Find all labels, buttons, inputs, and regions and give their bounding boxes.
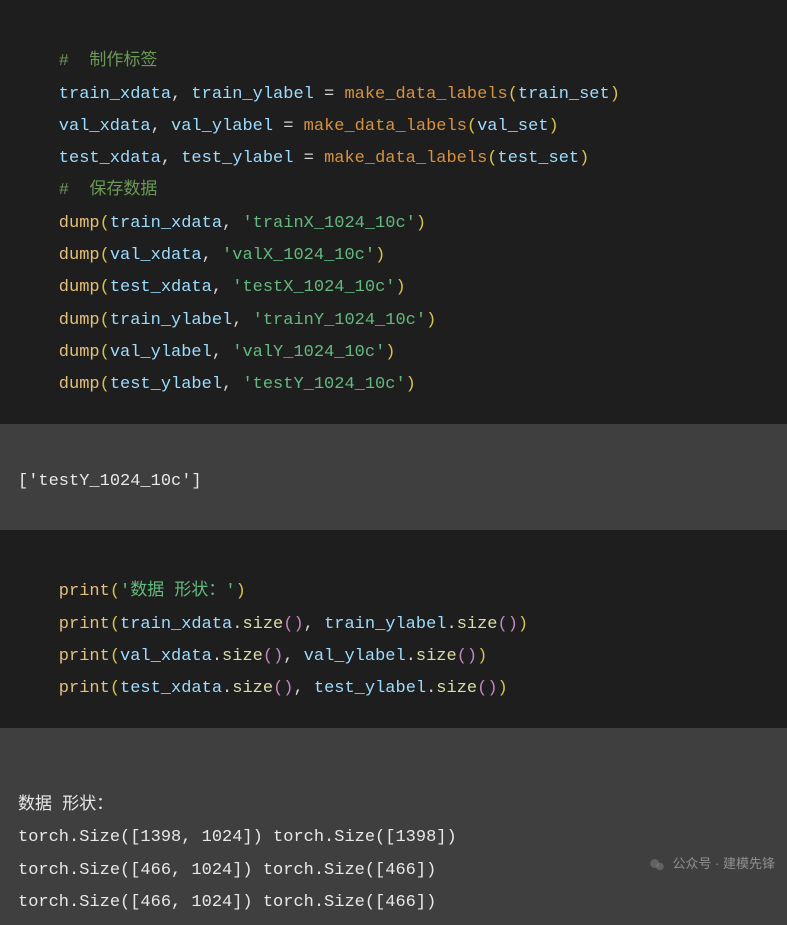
var: test_ylabel	[181, 149, 293, 168]
output-line: 数据 形状：	[18, 796, 113, 815]
func-call: dump	[59, 375, 100, 394]
arg: test_xdata	[120, 679, 222, 698]
arg: test_xdata	[110, 278, 212, 297]
func-call: make_data_labels	[304, 117, 467, 136]
func-call: print	[59, 679, 110, 698]
output-line: torch.Size([466, 1024]) torch.Size([466]…	[18, 893, 436, 912]
string: 'trainY_1024_10c'	[253, 311, 426, 330]
string: 'trainX_1024_10c'	[242, 214, 415, 233]
code-block-1: # 制作标签 train_xdata, train_ylabel = make_…	[0, 0, 787, 424]
output-2: 数据 形状： torch.Size([1398, 1024]) torch.Si…	[0, 728, 787, 925]
method: size	[416, 647, 457, 666]
method: size	[457, 615, 498, 634]
arg: train_set	[518, 85, 610, 104]
arg: train_xdata	[110, 214, 222, 233]
var: test_xdata	[59, 149, 161, 168]
arg: val_set	[477, 117, 548, 136]
func-call: print	[59, 582, 110, 601]
func-call: print	[59, 615, 110, 634]
arg: val_ylabel	[110, 343, 212, 362]
arg: test_ylabel	[110, 375, 222, 394]
code-block-2: print('数据 形状：') print(train_xdata.size()…	[0, 530, 787, 727]
func-call: dump	[59, 343, 100, 362]
var: train_xdata	[59, 85, 171, 104]
func-call: make_data_labels	[324, 149, 487, 168]
arg: test_ylabel	[314, 679, 426, 698]
comment: # 制作标签	[59, 52, 158, 71]
string: 'testY_1024_10c'	[242, 375, 405, 394]
var: val_ylabel	[171, 117, 273, 136]
method: size	[232, 679, 273, 698]
func-call: print	[59, 647, 110, 666]
func-call: dump	[59, 214, 100, 233]
func-call: dump	[59, 278, 100, 297]
method: size	[436, 679, 477, 698]
output-line: ['testY_1024_10c']	[18, 472, 202, 491]
arg: train_ylabel	[110, 311, 232, 330]
string: 'valX_1024_10c'	[222, 246, 375, 265]
arg: train_ylabel	[324, 615, 446, 634]
arg: test_set	[498, 149, 580, 168]
arg: train_xdata	[120, 615, 232, 634]
arg: val_ylabel	[304, 647, 406, 666]
spacer	[0, 508, 787, 530]
func-call: make_data_labels	[344, 85, 507, 104]
output-line: torch.Size([466, 1024]) torch.Size([466]…	[18, 861, 436, 880]
var: val_xdata	[59, 117, 151, 136]
var: train_ylabel	[191, 85, 313, 104]
comment: # 保存数据	[59, 181, 158, 200]
func-call: dump	[59, 246, 100, 265]
string: '数据 形状：'	[120, 582, 236, 601]
method: size	[222, 647, 263, 666]
output-1: ['testY_1024_10c']	[0, 424, 787, 509]
arg: val_xdata	[110, 246, 202, 265]
string: 'valY_1024_10c'	[232, 343, 385, 362]
func-call: dump	[59, 311, 100, 330]
string: 'testX_1024_10c'	[232, 278, 395, 297]
output-line: torch.Size([1398, 1024]) torch.Size([139…	[18, 828, 457, 847]
method: size	[242, 615, 283, 634]
arg: val_xdata	[120, 647, 212, 666]
